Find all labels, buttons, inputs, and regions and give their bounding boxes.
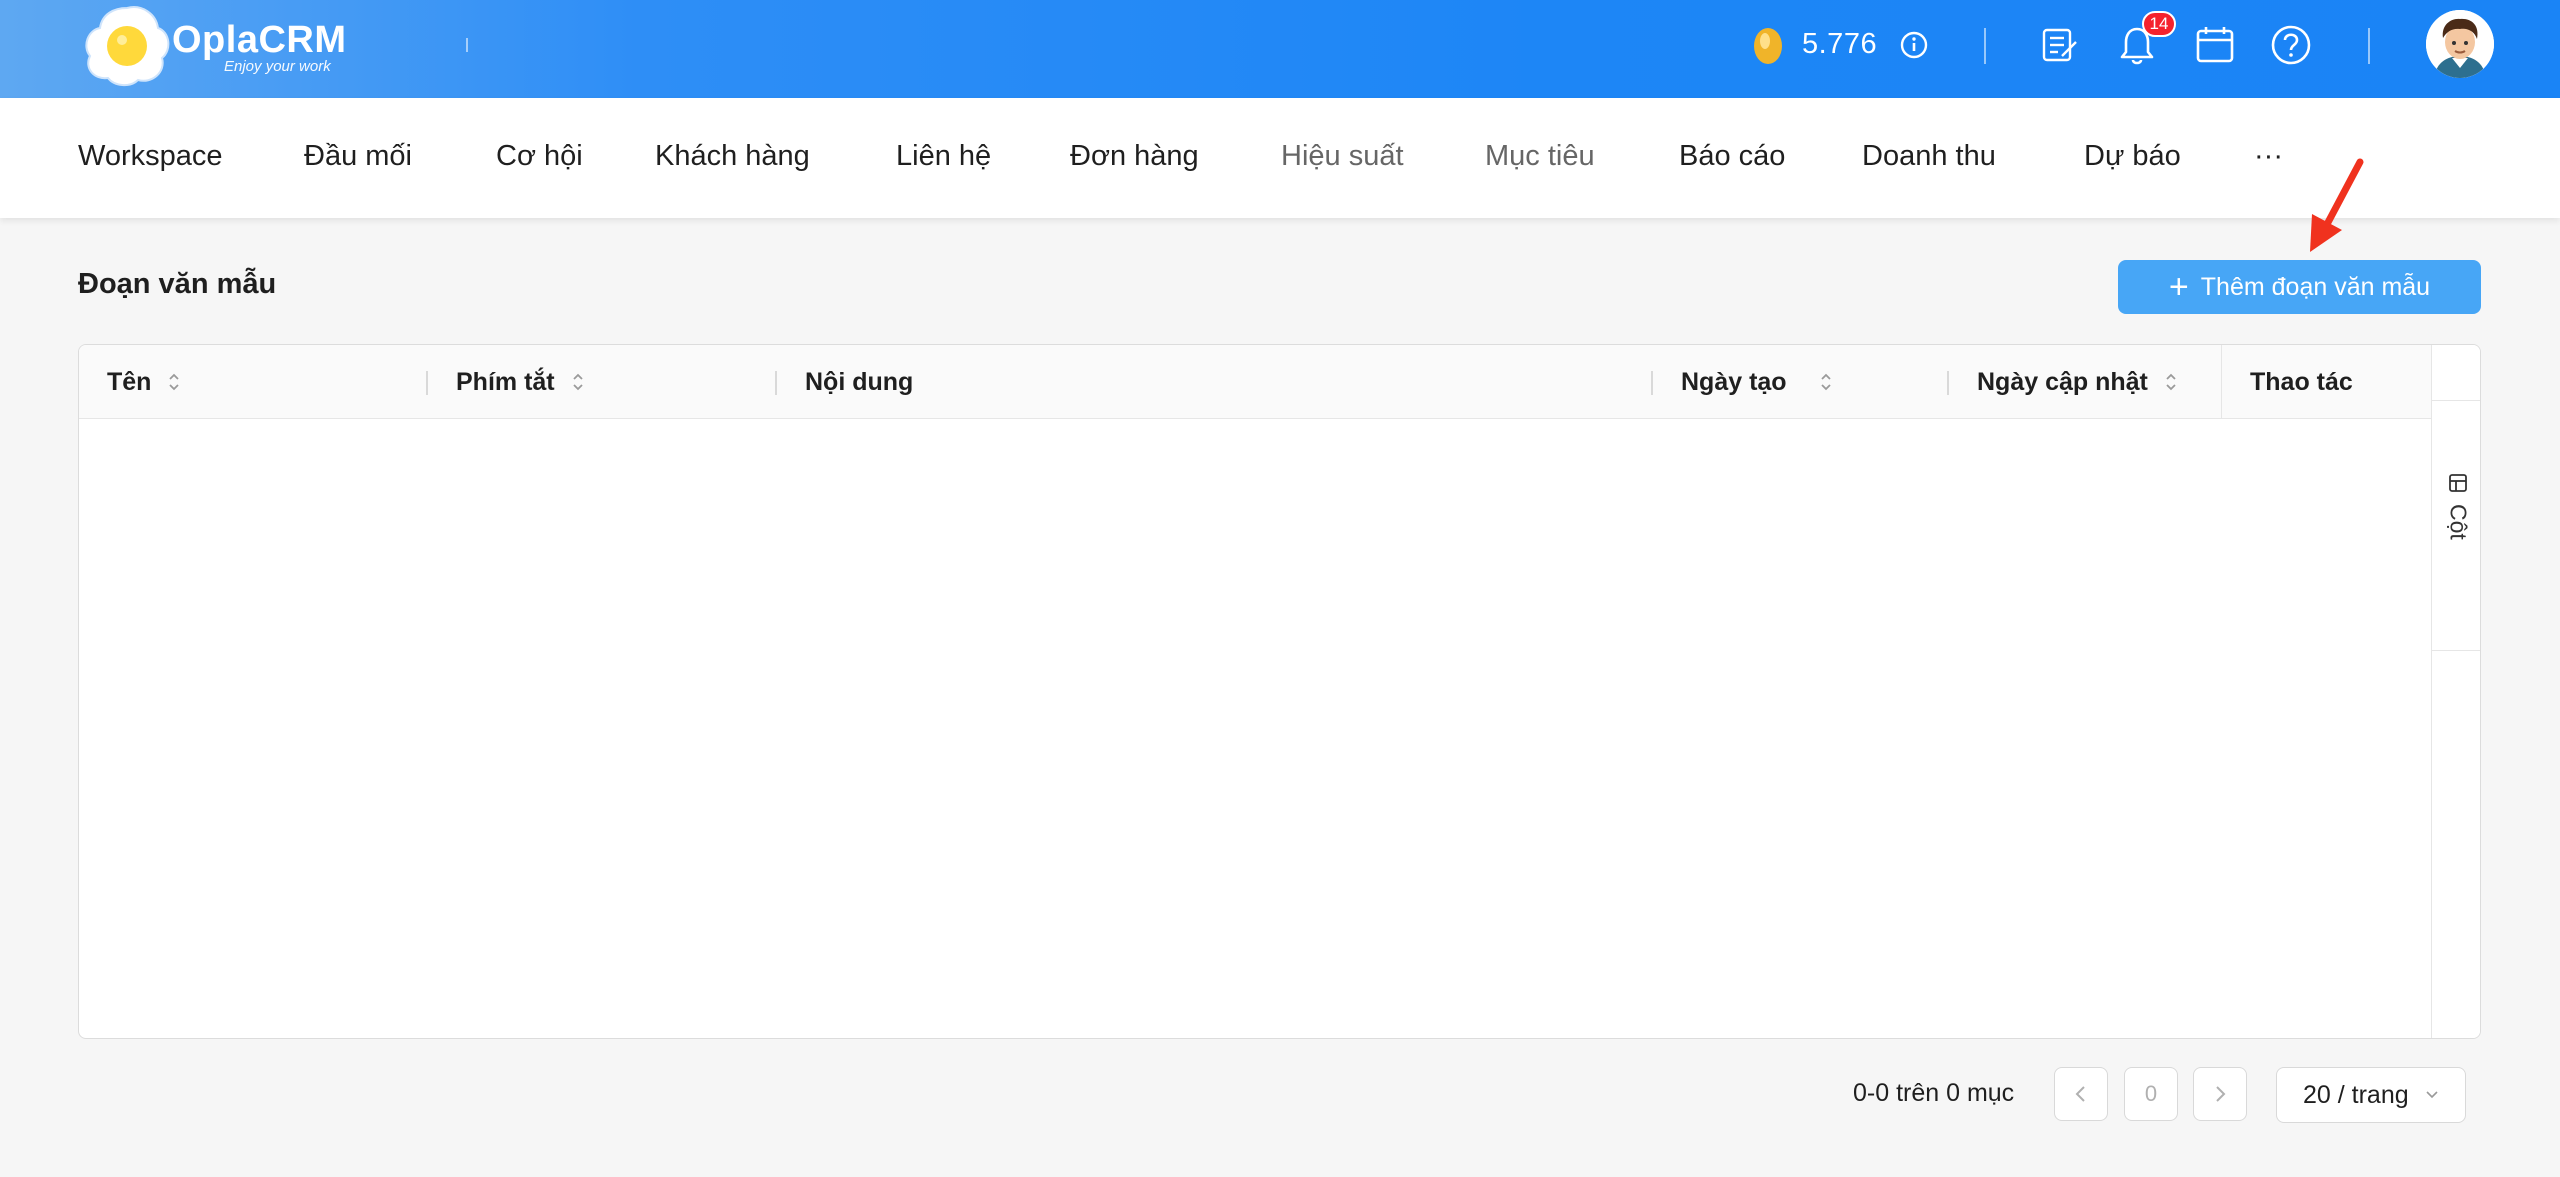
sort-icon[interactable] [1819, 371, 1833, 393]
logo-icon[interactable] [82, 2, 172, 88]
divider [2368, 28, 2370, 64]
brand[interactable]: OplaCRM Enjoy your work [172, 18, 347, 75]
nav-item-muc-tieu[interactable]: Mục tiêu [1485, 140, 1595, 173]
column-label: Thao tác [2250, 367, 2353, 396]
nav-more-button[interactable]: ··· [2254, 140, 2283, 173]
divider [466, 38, 468, 52]
nav-item-lien-he[interactable]: Liên hệ [896, 140, 991, 173]
nav-item-du-bao[interactable]: Dự báo [2084, 140, 2181, 173]
page-title: Đoạn văn mẫu [78, 268, 277, 300]
prev-page-button[interactable] [2054, 1067, 2108, 1121]
annotation-arrow [2310, 158, 2364, 252]
column-label: Ngày tạo [1681, 367, 1787, 396]
add-template-label: Thêm đoạn văn mẫu [2200, 272, 2431, 301]
nav-item-workspace[interactable]: Workspace [78, 140, 223, 173]
chevron-down-icon [2426, 1091, 2438, 1099]
plus-icon: + [2168, 268, 2189, 306]
column-label: Tên [107, 367, 152, 396]
page-size-select[interactable]: 20 / trang [2276, 1067, 2466, 1123]
nav-item-co-hoi[interactable]: Cơ hội [496, 140, 583, 173]
add-template-button[interactable]: + Thêm đoạn văn mẫu [2118, 260, 2481, 314]
avatar[interactable] [2426, 10, 2494, 78]
sort-icon[interactable] [2164, 371, 2178, 393]
divider [1984, 28, 1986, 64]
calendar-icon[interactable] [2192, 22, 2238, 68]
column-header-thao-tac: Thao tác [2222, 345, 2431, 419]
coin-balance: 5.776 [1802, 28, 1878, 60]
notification-badge: 14 [2142, 11, 2176, 37]
column-header-noi-dung: Nội dung [777, 345, 1651, 419]
sort-icon[interactable] [167, 371, 181, 393]
chevron-left-icon [2075, 1086, 2085, 1102]
page-size-value: 20 / trang [2303, 1080, 2409, 1109]
nav-item-don-hang[interactable]: Đơn hàng [1070, 140, 1199, 173]
pagination-info: 0-0 trên 0 mục [1853, 1079, 2015, 1107]
nav-item-hieu-suat[interactable]: Hiệu suất [1281, 140, 1404, 173]
column-header-ngay-tao[interactable]: Ngày tạo [1653, 345, 1947, 419]
column-settings-panel: Cột [2431, 345, 2480, 1038]
main-nav: Workspace Đầu mối Cơ hội Khách hàng Liên… [0, 98, 2560, 218]
nav-item-khach-hang[interactable]: Khách hàng [655, 140, 810, 173]
columns-icon [2449, 474, 2467, 492]
nav-item-doanh-thu[interactable]: Doanh thu [1862, 140, 1996, 173]
sort-icon[interactable] [571, 371, 585, 393]
brand-name: OplaCRM [172, 19, 347, 61]
column-toggle-label: Cột [2445, 504, 2472, 540]
next-page-button[interactable] [2193, 1067, 2247, 1121]
column-label: Phím tắt [456, 367, 555, 396]
column-header-ngay-cap-nhat[interactable]: Ngày cập nhật [1949, 345, 2221, 419]
help-icon[interactable] [2268, 22, 2314, 68]
current-page[interactable]: 0 [2124, 1067, 2178, 1121]
coin-icon [1754, 28, 1782, 64]
column-label: Nội dung [805, 367, 914, 396]
column-header-phim-tat[interactable]: Phím tắt [428, 345, 776, 419]
column-toggle-button[interactable]: Cột [2444, 473, 2472, 540]
templates-table: Tên Phím tắt Nội dung Ngày tạo Ngày cập … [78, 344, 2481, 1039]
chevron-right-icon [2216, 1086, 2226, 1102]
column-label: Ngày cập nhật [1977, 367, 2148, 396]
nav-item-bao-cao[interactable]: Báo cáo [1679, 140, 1785, 173]
table-header: Tên Phím tắt Nội dung Ngày tạo Ngày cập … [79, 345, 2431, 419]
top-bar: OplaCRM Enjoy your work 5.776 14 [0, 0, 2560, 98]
nav-item-dau-moi[interactable]: Đầu mối [304, 140, 412, 173]
checklist-icon[interactable] [2036, 22, 2082, 68]
column-header-ten[interactable]: Tên [79, 345, 427, 419]
brand-tagline: Enjoy your work [224, 58, 331, 75]
info-icon[interactable] [1899, 30, 1929, 60]
